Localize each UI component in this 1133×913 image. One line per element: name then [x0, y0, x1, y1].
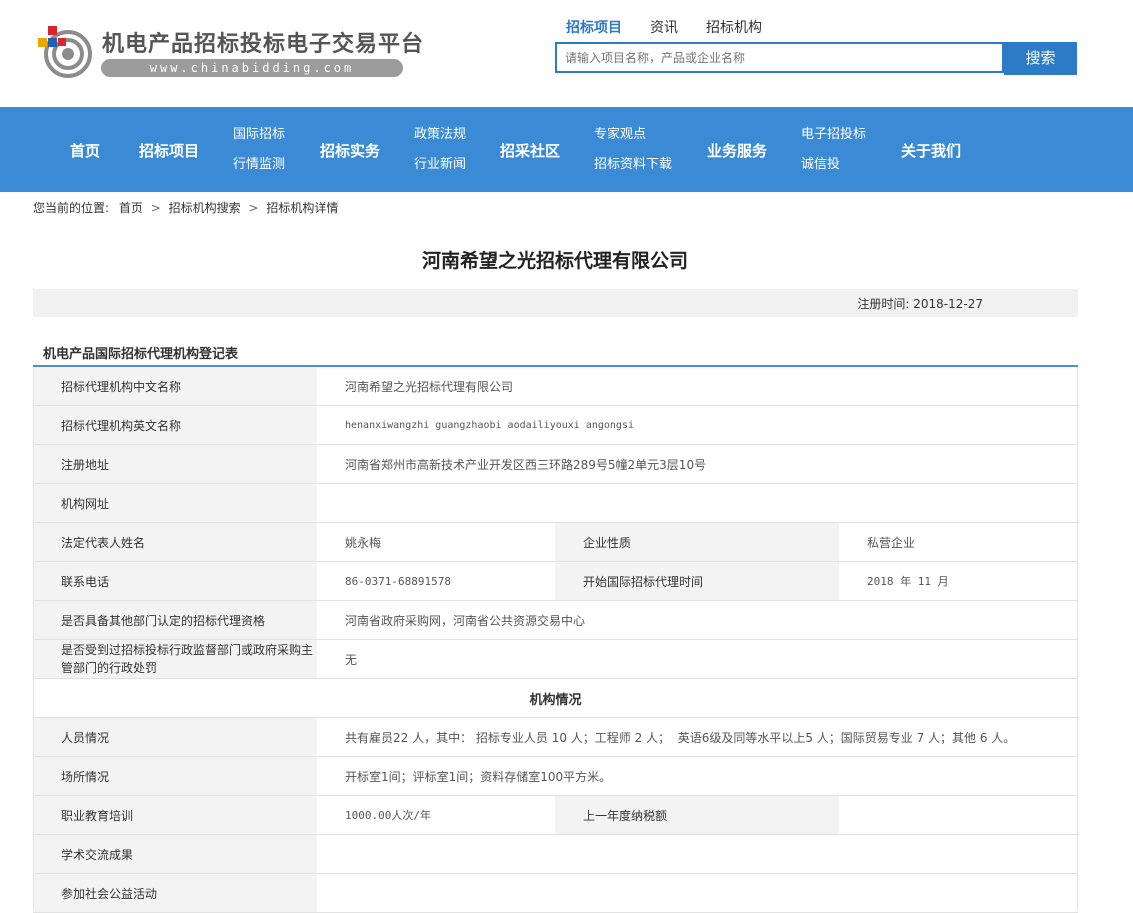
nav-about[interactable]: 关于我们 [901, 140, 961, 161]
search-tab-projects[interactable]: 招标项目 [566, 17, 622, 37]
reg-date-value: 2018-12-27 [913, 297, 983, 311]
training-value: 1000.00人次/年 [345, 809, 431, 822]
table-row: 招标代理机构英文名称 henanxiwangzhi guangzhaobi ao… [33, 406, 1078, 445]
nature-value: 私营企业 [867, 535, 916, 550]
table-row: 参加社会公益活动 [33, 874, 1078, 913]
phone-label: 联系电话 [33, 562, 317, 600]
table-row: 是否受到过招标投标行政监督部门或政府采购主管部门的行政处罚 无 [33, 640, 1078, 679]
table-row: 注册地址 河南省郑州市高新技术产业开发区西三环路289号5幢2单元3层10号 [33, 445, 1078, 484]
site-url: www.chinabidding.com [101, 59, 403, 77]
nav-downloads[interactable]: 招标资料下载 [594, 150, 672, 180]
phone-value: 86-0371-68891578 [345, 574, 451, 588]
qualification-value: 河南省政府采购网，河南省公共资源交易中心 [345, 613, 586, 628]
nav-credit[interactable]: 诚信投 [801, 150, 866, 180]
chinabidding-logo-icon[interactable] [38, 24, 94, 80]
welfare-value [317, 874, 1078, 912]
penalty-label: 是否受到过招标投标行政监督部门或政府采购主管部门的行政处罚 [33, 640, 317, 678]
org-section-header: 机构情况 [529, 692, 582, 708]
search-tabs: 招标项目 资讯 招标机构 [566, 17, 790, 37]
search-button[interactable]: 搜索 [1004, 42, 1077, 75]
legal-rep-value: 姚永梅 [345, 535, 382, 550]
website-label: 机构网址 [33, 484, 317, 522]
penalty-value: 无 [345, 652, 358, 667]
cn-name-value: 河南希望之光招标代理有限公司 [345, 379, 514, 394]
nav-ebid[interactable]: 电子招投标 [801, 120, 866, 150]
reg-date-label: 注册时间: [857, 297, 910, 311]
welfare-label: 参加社会公益活动 [33, 874, 317, 912]
search-tab-news[interactable]: 资讯 [650, 17, 678, 37]
table-row: 场所情况 开标室1间；评标室1间；资料存储室100平方米。 [33, 757, 1078, 796]
breadcrumb-prefix: 您当前的位置: [33, 201, 110, 215]
venue-label: 场所情况 [33, 757, 317, 795]
cn-name-label: 招标代理机构中文名称 [33, 367, 317, 405]
nav-community[interactable]: 招采社区 [500, 140, 560, 161]
search-input[interactable] [555, 42, 1004, 73]
nav-expert[interactable]: 专家观点 [594, 120, 672, 150]
staff-label: 人员情况 [33, 718, 317, 756]
breadcrumb: 您当前的位置: 首页 > 招标机构搜索 > 招标机构详情 [33, 199, 338, 216]
table-row: 机构情况 [33, 679, 1078, 718]
site-title[interactable]: 机电产品招标投标电子交易平台 [102, 26, 424, 58]
breadcrumb-agency-search[interactable]: 招标机构搜索 [169, 201, 241, 215]
staff-value: 共有雇员22 人，其中： 招标专业人员 10 人；工程师 2 人； 英语6级及同… [345, 730, 1016, 745]
nav-projects[interactable]: 招标项目 [139, 140, 199, 161]
chevron-right-icon: > [248, 201, 259, 215]
address-value: 河南省郑州市高新技术产业开发区西三环路289号5幢2单元3层10号 [345, 457, 707, 472]
table-row: 是否具备其他部门认定的招标代理资格 河南省政府采购网，河南省公共资源交易中心 [33, 601, 1078, 640]
page-title: 河南希望之光招标代理有限公司 [421, 250, 688, 272]
nav-intl-bid[interactable]: 国际招标 [233, 120, 285, 150]
table-row: 职业教育培训 1000.00人次/年 上一年度纳税额 [33, 796, 1078, 835]
registration-table: 招标代理机构中文名称 河南希望之光招标代理有限公司 招标代理机构英文名称 hen… [33, 367, 1078, 913]
start-label: 开始国际招标代理时间 [555, 562, 839, 600]
form-section-title: 机电产品国际招标代理机构登记表 [43, 347, 239, 362]
registration-bar: 注册时间: 2018-12-27 [33, 289, 1078, 317]
academic-label: 学术交流成果 [33, 835, 317, 873]
table-row: 学术交流成果 [33, 835, 1078, 874]
table-row: 法定代表人姓名 姚永梅 企业性质 私营企业 [33, 523, 1078, 562]
nav-policy[interactable]: 政策法规 [414, 120, 466, 150]
main-nav: 首页 招标项目 国际招标 行情监测 招标实务 政策法规 行业新闻 招采社区 专家… [0, 107, 1133, 192]
website-value[interactable] [317, 484, 1078, 522]
tax-label: 上一年度纳税额 [555, 796, 839, 834]
table-row: 联系电话 86-0371-68891578 开始国际招标代理时间 2018 年 … [33, 562, 1078, 601]
tax-value [839, 796, 1078, 834]
table-row: 机构网址 [33, 484, 1078, 523]
en-name-value: henanxiwangzhi guangzhaobi aodailiyouxi … [345, 419, 634, 431]
search-tab-agencies[interactable]: 招标机构 [706, 17, 762, 37]
site-header: 机电产品招标投标电子交易平台 www.chinabidding.com 招标项目… [0, 0, 1133, 107]
address-label: 注册地址 [33, 445, 317, 483]
breadcrumb-agency-detail: 招标机构详情 [266, 201, 339, 215]
nav-home[interactable]: 首页 [70, 140, 100, 161]
table-row: 招标代理机构中文名称 河南希望之光招标代理有限公司 [33, 367, 1078, 406]
nav-practice[interactable]: 招标实务 [320, 140, 380, 161]
nav-services[interactable]: 业务服务 [707, 140, 767, 161]
training-label: 职业教育培训 [33, 796, 317, 834]
legal-rep-label: 法定代表人姓名 [33, 523, 317, 561]
start-value: 2018 年 11 月 [867, 575, 949, 588]
nav-monitor[interactable]: 行情监测 [233, 150, 285, 180]
breadcrumb-home[interactable]: 首页 [119, 201, 143, 215]
chevron-right-icon: > [150, 201, 161, 215]
table-row: 人员情况 共有雇员22 人，其中： 招标专业人员 10 人；工程师 2 人； 英… [33, 718, 1078, 757]
nav-industry-news[interactable]: 行业新闻 [414, 150, 466, 180]
nature-label: 企业性质 [555, 523, 839, 561]
venue-value: 开标室1间；评标室1间；资料存储室100平方米。 [345, 769, 612, 784]
qualification-label: 是否具备其他部门认定的招标代理资格 [33, 601, 317, 639]
en-name-label: 招标代理机构英文名称 [33, 406, 317, 444]
academic-value [317, 835, 1078, 873]
